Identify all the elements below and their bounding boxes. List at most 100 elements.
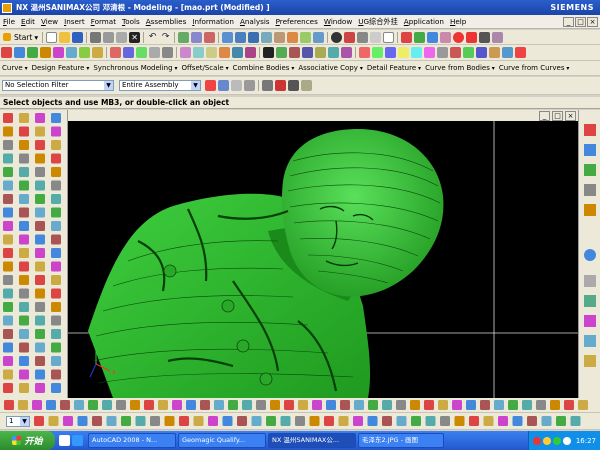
task-paint[interactable]: 毛泽东2.JPG - 画图 xyxy=(358,433,444,448)
utility-icon[interactable] xyxy=(309,415,320,426)
palette-tool-icon[interactable] xyxy=(51,369,61,380)
feature-synchronous-modeling[interactable]: Synchronous Modeling xyxy=(91,64,179,72)
snap-icon[interactable] xyxy=(32,399,42,410)
menu-assemblies[interactable]: Assemblies xyxy=(143,17,190,26)
viewport-restore-button[interactable]: □ xyxy=(552,110,563,121)
snap-icon[interactable] xyxy=(508,399,518,410)
cut-icon[interactable] xyxy=(90,31,102,43)
paste-icon[interactable] xyxy=(116,31,128,43)
scale-icon[interactable] xyxy=(289,47,300,58)
utility-icon[interactable] xyxy=(106,415,117,426)
palette-tool-icon[interactable] xyxy=(19,153,29,164)
utility-icon[interactable] xyxy=(150,415,160,426)
section-icon[interactable] xyxy=(357,31,369,43)
bridge-icon[interactable] xyxy=(463,47,474,58)
palette-tool-icon[interactable] xyxy=(35,315,45,326)
show-desktop-icon[interactable] xyxy=(59,435,70,446)
show-hide-icon[interactable] xyxy=(383,31,395,43)
palette-tool-icon[interactable] xyxy=(35,113,45,123)
palette-tool-icon[interactable] xyxy=(3,140,13,150)
extrude-icon[interactable] xyxy=(14,47,25,58)
trim-extend-icon[interactable] xyxy=(489,47,500,58)
utility-icon[interactable] xyxy=(48,415,59,426)
snap-icon[interactable] xyxy=(480,399,490,410)
sketch-icon[interactable] xyxy=(1,47,12,58)
palette-tool-icon[interactable] xyxy=(19,383,29,393)
web-browser-icon[interactable] xyxy=(584,184,596,196)
feature-associative-copy[interactable]: Associative Copy xyxy=(296,64,365,72)
menu-insert[interactable]: Insert xyxy=(61,17,88,26)
utility-icon[interactable] xyxy=(266,415,276,426)
palette-tool-icon[interactable] xyxy=(3,383,13,393)
utility-icon[interactable] xyxy=(353,415,363,426)
palette-tool-icon[interactable] xyxy=(19,248,29,258)
snap-icon[interactable] xyxy=(354,399,364,410)
extract-icon[interactable] xyxy=(328,47,339,58)
part-navigator-icon[interactable] xyxy=(584,144,596,156)
snap-icon[interactable] xyxy=(242,399,252,410)
move-layer-icon[interactable] xyxy=(414,31,426,43)
tray-app-icon[interactable] xyxy=(532,436,541,445)
palette-tool-icon[interactable] xyxy=(3,315,13,326)
snap-icon[interactable] xyxy=(368,399,378,410)
palette-tool-icon[interactable] xyxy=(51,302,61,312)
save-icon[interactable] xyxy=(72,31,84,43)
restore-button[interactable]: □ xyxy=(575,16,586,27)
utility-icon[interactable] xyxy=(440,415,450,426)
utility-icon[interactable] xyxy=(382,415,392,426)
snap-icon[interactable] xyxy=(466,399,476,410)
snap-icon[interactable] xyxy=(18,399,28,410)
utility-icon[interactable] xyxy=(121,415,131,426)
palette-tool-icon[interactable] xyxy=(35,248,45,258)
reset-icon[interactable] xyxy=(204,31,216,43)
palette-tool-icon[interactable] xyxy=(35,153,45,164)
palette-tool-icon[interactable] xyxy=(35,383,45,393)
system-materials-icon[interactable] xyxy=(584,275,596,287)
select-body-icon[interactable] xyxy=(218,80,229,91)
palette-tool-icon[interactable] xyxy=(19,261,29,272)
menu-analysis[interactable]: Analysis xyxy=(237,17,273,26)
palette-tool-icon[interactable] xyxy=(3,194,13,204)
perspective-icon[interactable] xyxy=(287,31,299,43)
palette-tool-icon[interactable] xyxy=(3,153,13,164)
snap-icon[interactable] xyxy=(256,399,266,410)
n-sided-icon[interactable] xyxy=(385,47,396,58)
utility-icon[interactable] xyxy=(411,415,421,426)
palette-tool-icon[interactable] xyxy=(51,329,61,339)
utility-icon[interactable] xyxy=(367,415,378,426)
graphics-window[interactable]: x xyxy=(68,121,578,398)
feature-combine-bodies[interactable]: Combine Bodies xyxy=(231,64,297,72)
selection-scope-dropdown[interactable]: Entire Assembly ▼ xyxy=(119,80,201,91)
thicken-icon[interactable] xyxy=(276,47,287,58)
palette-tool-icon[interactable] xyxy=(51,383,61,393)
snap-point-icon[interactable] xyxy=(262,80,273,91)
rotate-icon[interactable] xyxy=(261,31,273,43)
playback-icon[interactable] xyxy=(479,31,491,43)
utility-icon[interactable] xyxy=(527,415,537,426)
ie-icon[interactable] xyxy=(72,435,83,446)
palette-tool-icon[interactable] xyxy=(3,342,13,353)
undo-icon[interactable]: ↶ xyxy=(147,32,158,43)
tray-volume-icon[interactable] xyxy=(552,436,561,445)
palette-tool-icon[interactable] xyxy=(3,356,13,366)
snap-icon[interactable] xyxy=(452,399,462,410)
snap-icon[interactable] xyxy=(522,399,532,410)
utility-icon[interactable] xyxy=(425,415,436,426)
viewport-close-button[interactable]: × xyxy=(565,110,576,121)
ruled-icon[interactable] xyxy=(411,47,422,58)
palette-tool-icon[interactable] xyxy=(51,207,61,218)
shaded-icon[interactable] xyxy=(300,31,312,43)
palette-tool-icon[interactable] xyxy=(19,356,29,366)
palette-tool-icon[interactable] xyxy=(35,126,45,137)
utility-icon[interactable] xyxy=(556,415,566,426)
palette-tool-icon[interactable] xyxy=(51,194,61,204)
model-view[interactable]: x xyxy=(68,121,578,398)
palette-tool-icon[interactable] xyxy=(51,248,61,258)
palette-tool-icon[interactable] xyxy=(51,167,61,177)
snap-icon[interactable] xyxy=(396,399,406,410)
palette-tool-icon[interactable] xyxy=(35,221,45,231)
unite-icon[interactable] xyxy=(110,47,121,58)
snap-icon[interactable] xyxy=(410,399,420,410)
utility-icon[interactable] xyxy=(324,415,334,426)
wcs-icon[interactable] xyxy=(427,31,439,43)
